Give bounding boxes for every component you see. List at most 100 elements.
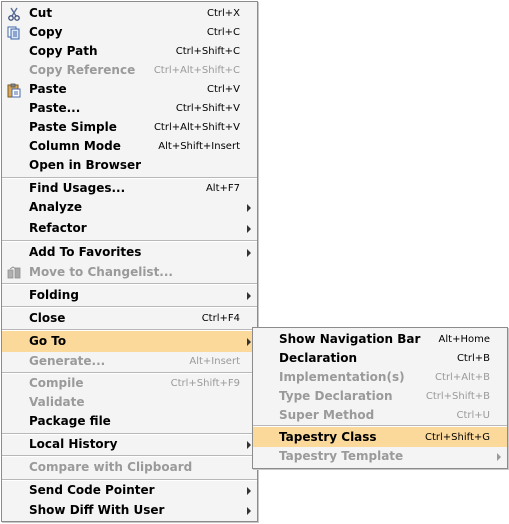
menu-item-compare-with-clipboard[interactable]: Compare with Clipboard — [2, 458, 257, 477]
menu-item-package-file[interactable]: Package file — [2, 412, 257, 431]
menu-item-paste-dialog[interactable]: Paste... Ctrl+Shift+V — [2, 99, 257, 118]
menu-item-label: Package file — [29, 414, 111, 428]
menu-item-label: Generate... — [29, 354, 106, 368]
submenu-arrow-icon — [247, 249, 251, 257]
menu-item-validate[interactable]: Validate — [2, 393, 257, 412]
menu-item-add-to-favorites[interactable]: Add To Favorites — [2, 243, 257, 262]
menu-item-label: Move to Changelist... — [29, 265, 173, 279]
menu-item-find-usages[interactable]: Find Usages... Alt+F7 — [2, 179, 257, 198]
menu-item-label: Cut — [29, 6, 53, 20]
submenu-item-declaration[interactable]: Declaration Ctrl+B — [253, 349, 507, 368]
shortcut-text: Ctrl+Shift+C — [175, 46, 240, 57]
shortcut-text: Ctrl+Shift+B — [425, 391, 490, 402]
scissors-icon — [6, 6, 22, 22]
submenu-arrow-icon — [497, 453, 501, 461]
menu-item-cut[interactable]: Cut Ctrl+X — [2, 4, 257, 23]
submenu-item-tapestry-template[interactable]: Tapestry Template — [253, 447, 507, 466]
menu-item-label: Add To Favorites — [29, 245, 142, 259]
menu-item-generate[interactable]: Generate... Alt+Insert — [2, 352, 257, 371]
menu-item-label: Paste — [29, 82, 67, 96]
submenu-arrow-icon — [247, 225, 251, 233]
submenu-arrow-icon — [247, 204, 251, 212]
submenu-item-super-method[interactable]: Super Method Ctrl+U — [253, 406, 507, 425]
menu-item-label: Implementation(s) — [279, 370, 405, 384]
menu-item-label: Copy Path — [29, 44, 98, 58]
shortcut-text: Ctrl+Shift+F9 — [170, 378, 240, 389]
submenu-item-tapestry-class[interactable]: Tapestry Class Ctrl+Shift+G — [253, 427, 507, 447]
menu-item-open-in-browser[interactable]: Open in Browser — [2, 156, 257, 175]
menu-item-column-mode[interactable]: Column Mode Alt+Shift+Insert — [2, 137, 257, 156]
menu-item-label: Show Navigation Bar — [279, 332, 421, 346]
menu-item-copy[interactable]: Copy Ctrl+C — [2, 23, 257, 42]
menu-item-label: Declaration — [279, 351, 358, 365]
menu-item-label: Column Mode — [29, 139, 121, 153]
menu-separator — [2, 306, 257, 308]
menu-item-compile[interactable]: Compile Ctrl+Shift+F9 — [2, 374, 257, 393]
menu-item-label: Compare with Clipboard — [29, 460, 193, 474]
submenu-arrow-icon — [247, 441, 251, 449]
shortcut-text: Ctrl+C — [206, 27, 240, 38]
submenu-item-type-declaration[interactable]: Type Declaration Ctrl+Shift+B — [253, 387, 507, 406]
shortcut-text: Ctrl+F4 — [201, 313, 240, 324]
menu-item-close[interactable]: Close Ctrl+F4 — [2, 309, 257, 328]
menu-item-paste[interactable]: Paste Ctrl+V — [2, 80, 257, 99]
submenu-arrow-icon — [247, 292, 251, 300]
menu-item-local-history[interactable]: Local History — [2, 435, 257, 454]
context-menu: Cut Ctrl+X Copy Ctrl+C Copy Path Ctrl+Sh… — [1, 1, 258, 522]
shortcut-text: Alt+Insert — [189, 356, 240, 367]
menu-item-label: Paste Simple — [29, 120, 117, 134]
menu-item-label: Local History — [29, 437, 118, 451]
menu-item-label: Copy — [29, 25, 63, 39]
menu-item-label: Tapestry Template — [279, 449, 404, 463]
shortcut-text: Ctrl+Shift+G — [424, 431, 490, 443]
menu-item-label: Show Diff With User — [29, 503, 165, 517]
menu-item-label: Compile — [29, 376, 84, 390]
menu-item-label: Folding — [29, 288, 79, 302]
submenu-item-show-navigation-bar[interactable]: Show Navigation Bar Alt+Home — [253, 330, 507, 349]
shortcut-text: Ctrl+V — [206, 84, 240, 95]
shortcut-text: Ctrl+Alt+Shift+C — [153, 65, 240, 76]
menu-item-paste-simple[interactable]: Paste Simple Ctrl+Alt+Shift+V — [2, 118, 257, 137]
submenu-arrow-icon — [247, 487, 251, 495]
shortcut-text: Ctrl+B — [456, 353, 490, 364]
shortcut-text: Ctrl+U — [456, 410, 491, 421]
menu-item-label: Validate — [29, 395, 85, 409]
shortcut-text: Ctrl+Shift+V — [175, 103, 240, 114]
shortcut-text: Alt+Home — [438, 334, 490, 345]
menu-item-copy-reference[interactable]: Copy Reference Ctrl+Alt+Shift+C — [2, 61, 257, 80]
menu-item-label: Refactor — [29, 221, 87, 235]
menu-item-folding[interactable]: Folding — [2, 286, 257, 305]
menu-item-label: Open in Browser — [29, 158, 142, 172]
menu-item-label: Copy Reference — [29, 63, 136, 77]
shortcut-text: Ctrl+X — [206, 8, 240, 19]
menu-item-go-to[interactable]: Go To — [2, 331, 257, 352]
menu-item-label: Go To — [29, 334, 67, 348]
menu-item-send-code-pointer[interactable]: Send Code Pointer — [2, 481, 257, 500]
copy-icon — [6, 25, 22, 41]
menu-item-label: Send Code Pointer — [29, 483, 155, 497]
clipboard-icon — [6, 82, 22, 98]
goto-submenu: Show Navigation Bar Alt+Home Declaration… — [252, 327, 508, 469]
submenu-item-implementations[interactable]: Implementation(s) Ctrl+Alt+B — [253, 368, 507, 387]
menu-item-analyze[interactable]: Analyze — [2, 198, 257, 217]
submenu-arrow-icon — [247, 507, 251, 515]
menu-item-label: Paste... — [29, 101, 81, 115]
menu-separator — [2, 240, 257, 242]
menu-item-refactor[interactable]: Refactor — [2, 219, 257, 238]
changelist-icon — [6, 265, 22, 281]
menu-separator — [2, 283, 257, 285]
shortcut-text: Ctrl+Alt+B — [435, 372, 490, 383]
menu-item-copy-path[interactable]: Copy Path Ctrl+Shift+C — [2, 42, 257, 61]
menu-item-label: Super Method — [279, 408, 375, 422]
shortcut-text: Alt+F7 — [205, 183, 240, 194]
menu-separator — [2, 455, 257, 457]
menu-item-label: Type Declaration — [279, 389, 393, 403]
menu-item-label: Tapestry Class — [279, 429, 377, 444]
shortcut-text: Alt+Shift+Insert — [158, 141, 240, 152]
menu-item-label: Find Usages... — [29, 181, 126, 195]
shortcut-text: Ctrl+Alt+Shift+V — [153, 122, 240, 133]
menu-item-show-diff-with-user[interactable]: Show Diff With User — [2, 501, 257, 520]
menu-item-label: Close — [29, 311, 66, 325]
submenu-arrow-icon — [247, 338, 251, 346]
menu-item-move-to-changelist[interactable]: Move to Changelist... — [2, 263, 257, 282]
